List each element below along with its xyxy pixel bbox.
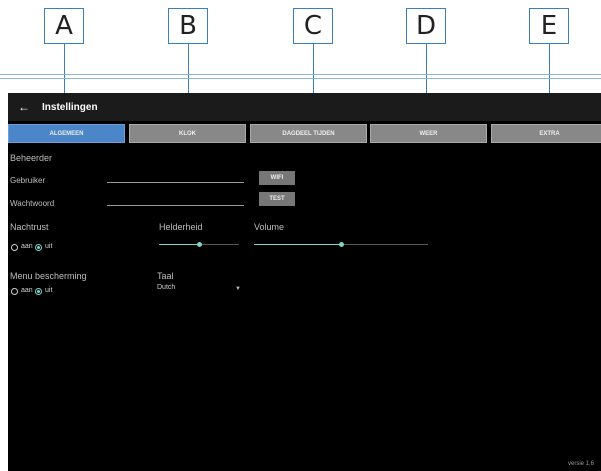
menu-protection-on-label: aan <box>21 287 33 294</box>
menu-protection-on-radio[interactable] <box>11 288 18 295</box>
arrow-left-icon[interactable]: ← <box>18 100 30 114</box>
callout-b: B <box>168 8 208 44</box>
callout-a: A <box>44 8 84 44</box>
volume-label: Volume <box>254 222 285 232</box>
app-bar: ← Instellingen <box>8 93 601 121</box>
language-value: Dutch <box>157 284 176 291</box>
night-on-radio[interactable] <box>11 244 18 251</box>
tab-klok[interactable]: KLOK <box>129 124 246 143</box>
user-label: Gebruiker <box>10 176 46 185</box>
tab-extra[interactable]: EXTRA <box>491 124 601 143</box>
user-field-underline <box>107 182 244 183</box>
callout-d: D <box>406 8 446 44</box>
volume-fill <box>254 244 341 245</box>
night-off-label: uit <box>45 243 53 250</box>
admin-heading: Beheerder <box>10 153 53 163</box>
callout-e: E <box>529 8 569 44</box>
password-label: Wachtwoord <box>10 199 55 208</box>
password-field-underline <box>107 205 244 206</box>
page-title: Instellingen <box>42 101 98 113</box>
divider-line <box>0 74 601 75</box>
menu-protection-heading: Menu bescherming <box>10 271 87 281</box>
chevron-down-icon: ▼ <box>235 286 241 292</box>
night-heading: Nachtrust <box>10 222 49 232</box>
night-on-label: aan <box>21 243 33 250</box>
brightness-label: Helderheid <box>159 222 203 232</box>
tab-algemeen[interactable]: ALGEMEEN <box>8 124 125 143</box>
divider-line <box>0 78 601 79</box>
brightness-fill <box>159 244 199 245</box>
language-dropdown[interactable]: Dutch ▼ <box>157 284 241 294</box>
brightness-handle[interactable] <box>196 242 202 247</box>
test-button[interactable]: TEST <box>259 192 295 206</box>
tab-dagdeel-tijden[interactable]: DAGDEEL TIJDEN <box>250 124 367 143</box>
volume-slider[interactable] <box>254 242 428 247</box>
night-off-radio[interactable] <box>35 244 42 251</box>
volume-handle[interactable] <box>338 242 344 247</box>
brightness-slider[interactable] <box>159 242 239 247</box>
tab-weer[interactable]: WEER <box>370 124 487 143</box>
settings-screen: ← Instellingen ALGEMEEN KLOK DAGDEEL TIJ… <box>8 93 601 471</box>
menu-protection-off-radio[interactable] <box>35 288 42 295</box>
callout-c: C <box>293 8 333 44</box>
version-label: versie 1.6 <box>568 461 595 467</box>
wifi-button[interactable]: WIFI <box>259 171 295 185</box>
language-label: Taal <box>157 271 174 281</box>
menu-protection-off-label: uit <box>45 287 53 294</box>
